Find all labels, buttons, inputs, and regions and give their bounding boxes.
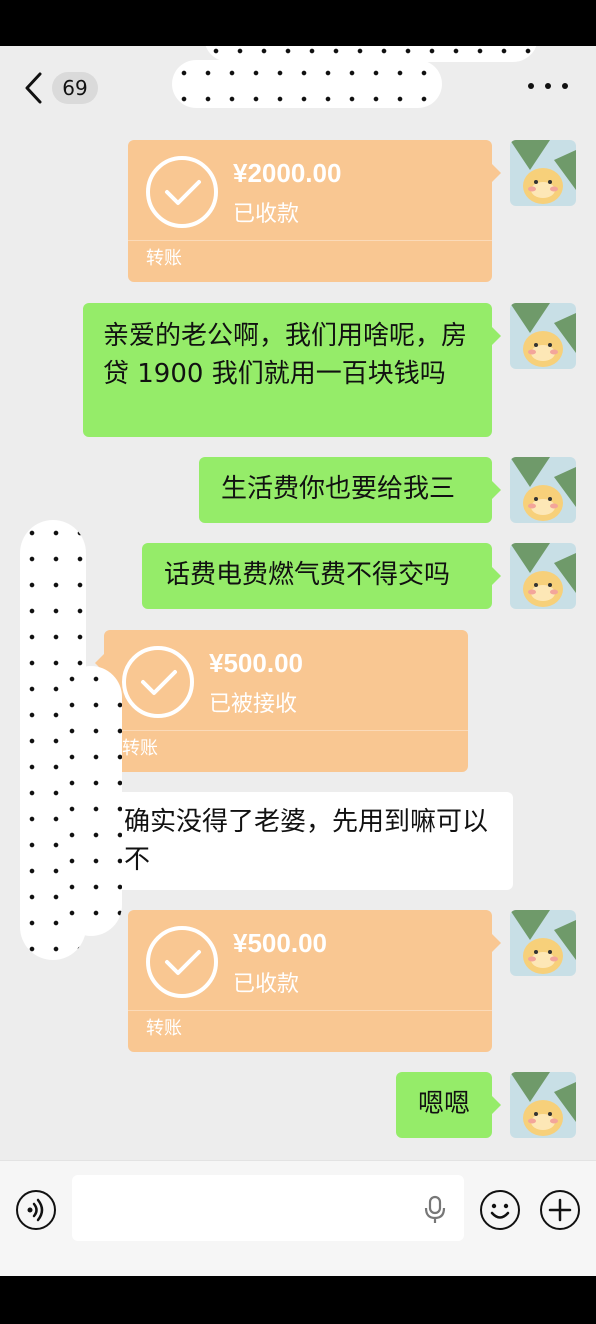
message-bubble[interactable]: 确实没得了老婆，先用到嘛可以不	[104, 792, 513, 890]
back-button[interactable]: 69	[22, 68, 106, 108]
message-bubble[interactable]: 生活费你也要给我三	[199, 457, 492, 523]
more-functions-button[interactable]	[540, 1190, 580, 1230]
avatar[interactable]	[510, 457, 576, 523]
transfer-card[interactable]: ¥500.00 已被接收 转账	[104, 630, 468, 772]
check-circle-icon	[122, 646, 194, 718]
message-row: 话费电费燃气费不得交吗	[0, 543, 596, 609]
avatar[interactable]	[510, 910, 576, 976]
more-dots-icon	[528, 83, 534, 89]
chat-window: 69 ¥2000.00 已收款 转账 亲爱的老公啊，我们用啥呢，房贷 1900 …	[0, 46, 596, 1276]
plus-icon	[548, 1198, 572, 1222]
message-row: 亲爱的老公啊，我们用啥呢，房贷 1900 我们就用一百块钱吗	[0, 303, 596, 437]
redacted-sender-2	[60, 666, 122, 936]
avatar[interactable]	[510, 303, 576, 369]
check-circle-icon	[146, 156, 218, 228]
transfer-label: 转账	[122, 738, 158, 759]
avatar[interactable]	[510, 140, 576, 206]
message-row: 生活费你也要给我三	[0, 457, 596, 523]
transfer-status: 已被接收	[209, 692, 298, 717]
more-options-button[interactable]	[528, 74, 568, 98]
transfer-card[interactable]: ¥500.00 已收款 转账	[128, 910, 492, 1052]
transfer-amount: ¥500.00	[209, 648, 303, 678]
message-bubble[interactable]: 嗯嗯	[396, 1072, 492, 1138]
message-bubble[interactable]: 亲爱的老公啊，我们用啥呢，房贷 1900 我们就用一百块钱吗	[83, 303, 492, 437]
check-circle-icon	[146, 926, 218, 998]
message-input[interactable]	[72, 1175, 464, 1241]
transfer-amount: ¥500.00	[233, 928, 327, 958]
microphone-icon[interactable]	[424, 1195, 446, 1225]
unread-count-badge: 69	[52, 72, 98, 104]
smiley-icon	[490, 1203, 510, 1219]
input-bar	[0, 1160, 596, 1276]
transfer-card[interactable]: ¥2000.00 已收款 转账	[128, 140, 492, 282]
avatar[interactable]	[510, 1072, 576, 1138]
system-nav-bar	[0, 1276, 596, 1324]
message-row: ¥2000.00 已收款 转账	[0, 140, 596, 285]
emoji-button[interactable]	[480, 1190, 520, 1230]
message-row: 嗯嗯	[0, 1072, 596, 1138]
avatar[interactable]	[510, 543, 576, 609]
status-bar	[0, 0, 596, 46]
transfer-status: 已收款	[233, 202, 300, 227]
transfer-label: 转账	[146, 248, 182, 269]
message-row: ¥500.00 已收款 转账	[0, 910, 596, 1052]
transfer-label: 转账	[146, 1018, 182, 1039]
voice-button[interactable]	[16, 1190, 56, 1230]
redacted-contact-name-2	[172, 60, 442, 108]
voice-icon	[27, 1198, 44, 1222]
transfer-amount: ¥2000.00	[233, 158, 342, 188]
message-bubble[interactable]: 话费电费燃气费不得交吗	[142, 543, 492, 609]
transfer-status: 已收款	[233, 972, 300, 997]
chevron-left-icon	[25, 72, 42, 104]
